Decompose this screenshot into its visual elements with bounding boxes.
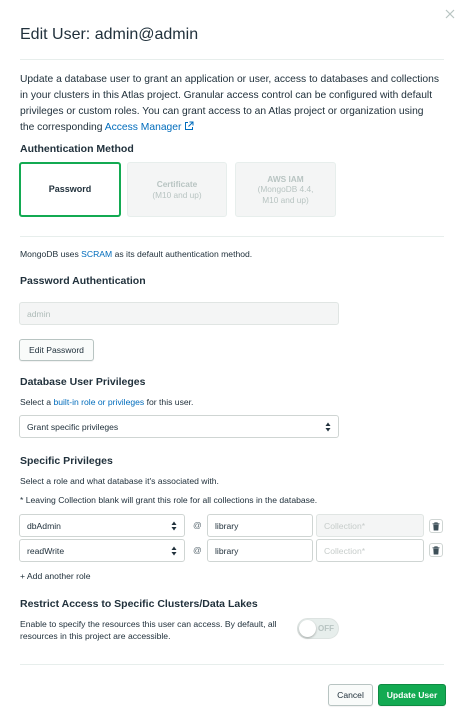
auth-method-heading: Authentication Method [20, 143, 134, 155]
collection-placeholder: Collection* [324, 545, 366, 556]
privileges-select-value: Grant specific privileges [27, 421, 119, 432]
select-arrows-icon [171, 546, 177, 555]
auth-method-password-label: Password [48, 184, 92, 195]
collection-placeholder: Collection* [324, 520, 366, 531]
edit-password-button[interactable]: Edit Password [19, 339, 94, 361]
at-separator: @ [193, 520, 202, 530]
collection-input: Collection* [316, 514, 424, 537]
specific-privileges-heading: Specific Privileges [20, 455, 113, 467]
edit-password-label: Edit Password [29, 345, 84, 355]
privileges-note-before: Select a [20, 397, 54, 407]
privileges-heading: Database User Privileges [20, 376, 146, 388]
update-user-label: Update User [386, 690, 438, 700]
collection-input[interactable]: Collection* [316, 539, 424, 562]
footer-divider [20, 664, 444, 665]
password-auth-heading: Password Authentication [20, 275, 146, 287]
role-select-value: dbAdmin [27, 520, 61, 531]
scram-note-after: as its default authentication method. [112, 249, 253, 259]
trash-icon [432, 545, 440, 554]
privileges-note: Select a built-in role or privileges for… [20, 397, 193, 407]
cancel-button[interactable]: Cancel [328, 684, 373, 706]
delete-role-button[interactable] [429, 543, 443, 557]
auth-method-certificate-label: Certificate [156, 179, 198, 189]
title-divider [20, 59, 444, 60]
role-select[interactable]: dbAdmin [19, 514, 185, 537]
auth-method-aws-iam-sub: (MongoDB 4.4, M10 and up) [257, 184, 314, 205]
database-input[interactable]: library [207, 514, 313, 537]
auth-method-aws-iam-label: AWS IAM [267, 173, 304, 184]
dialog-title: Edit User: admin@admin [20, 26, 199, 43]
cancel-label: Cancel [337, 690, 364, 700]
specific-note-2: * Leaving Collection blank will grant th… [20, 495, 318, 505]
trash-icon [432, 521, 440, 530]
scram-link[interactable]: SCRAM [81, 249, 112, 259]
access-manager-link[interactable]: Access Manager [105, 121, 195, 133]
username-value: admin [27, 308, 51, 319]
update-user-button[interactable]: Update User [378, 684, 446, 706]
database-input-value: library [215, 545, 239, 556]
select-arrows-icon [171, 521, 177, 530]
auth-method-certificate-sub: (M10 and up) [152, 189, 202, 200]
auth-method-aws-iam: AWS IAM (MongoDB 4.4, M10 and up) [235, 162, 336, 217]
close-icon[interactable] [444, 8, 456, 20]
description-text: Update a database user to grant an appli… [20, 74, 440, 133]
username-field: admin [19, 302, 339, 325]
scram-note: MongoDB uses SCRAM as its default authen… [20, 249, 252, 259]
built-in-role-link[interactable]: built-in role or privileges [53, 397, 144, 407]
restrict-access-description: Enable to specify the resources this use… [20, 619, 277, 641]
toggle-knob [299, 620, 316, 637]
specific-note-1: Select a role and what database it's ass… [20, 476, 219, 486]
add-another-role-link[interactable]: + Add another role [20, 571, 90, 581]
database-input[interactable]: library [207, 539, 313, 562]
external-link-icon [185, 121, 194, 130]
scram-note-before: MongoDB uses [20, 249, 82, 259]
privileges-note-after: for this user. [144, 397, 194, 407]
role-select-value: readWrite [27, 545, 65, 556]
restrict-access-toggle[interactable]: OFF [297, 618, 339, 639]
auth-method-certificate: Certificate (M10 and up) [127, 162, 227, 217]
access-manager-link-label[interactable]: Access Manager [105, 122, 182, 133]
auth-divider [20, 236, 444, 237]
privileges-select[interactable]: Grant specific privileges [19, 415, 339, 438]
select-arrows-icon [325, 422, 331, 431]
at-separator: @ [193, 545, 202, 555]
toggle-state-label: OFF [318, 624, 334, 633]
delete-role-button[interactable] [429, 519, 443, 533]
database-input-value: library [215, 520, 239, 531]
role-select[interactable]: readWrite [19, 539, 185, 562]
auth-method-password[interactable]: Password [19, 162, 121, 217]
dialog-description: Update a database user to grant an appli… [20, 72, 440, 136]
restrict-access-heading: Restrict Access to Specific Clusters/Dat… [20, 598, 258, 610]
